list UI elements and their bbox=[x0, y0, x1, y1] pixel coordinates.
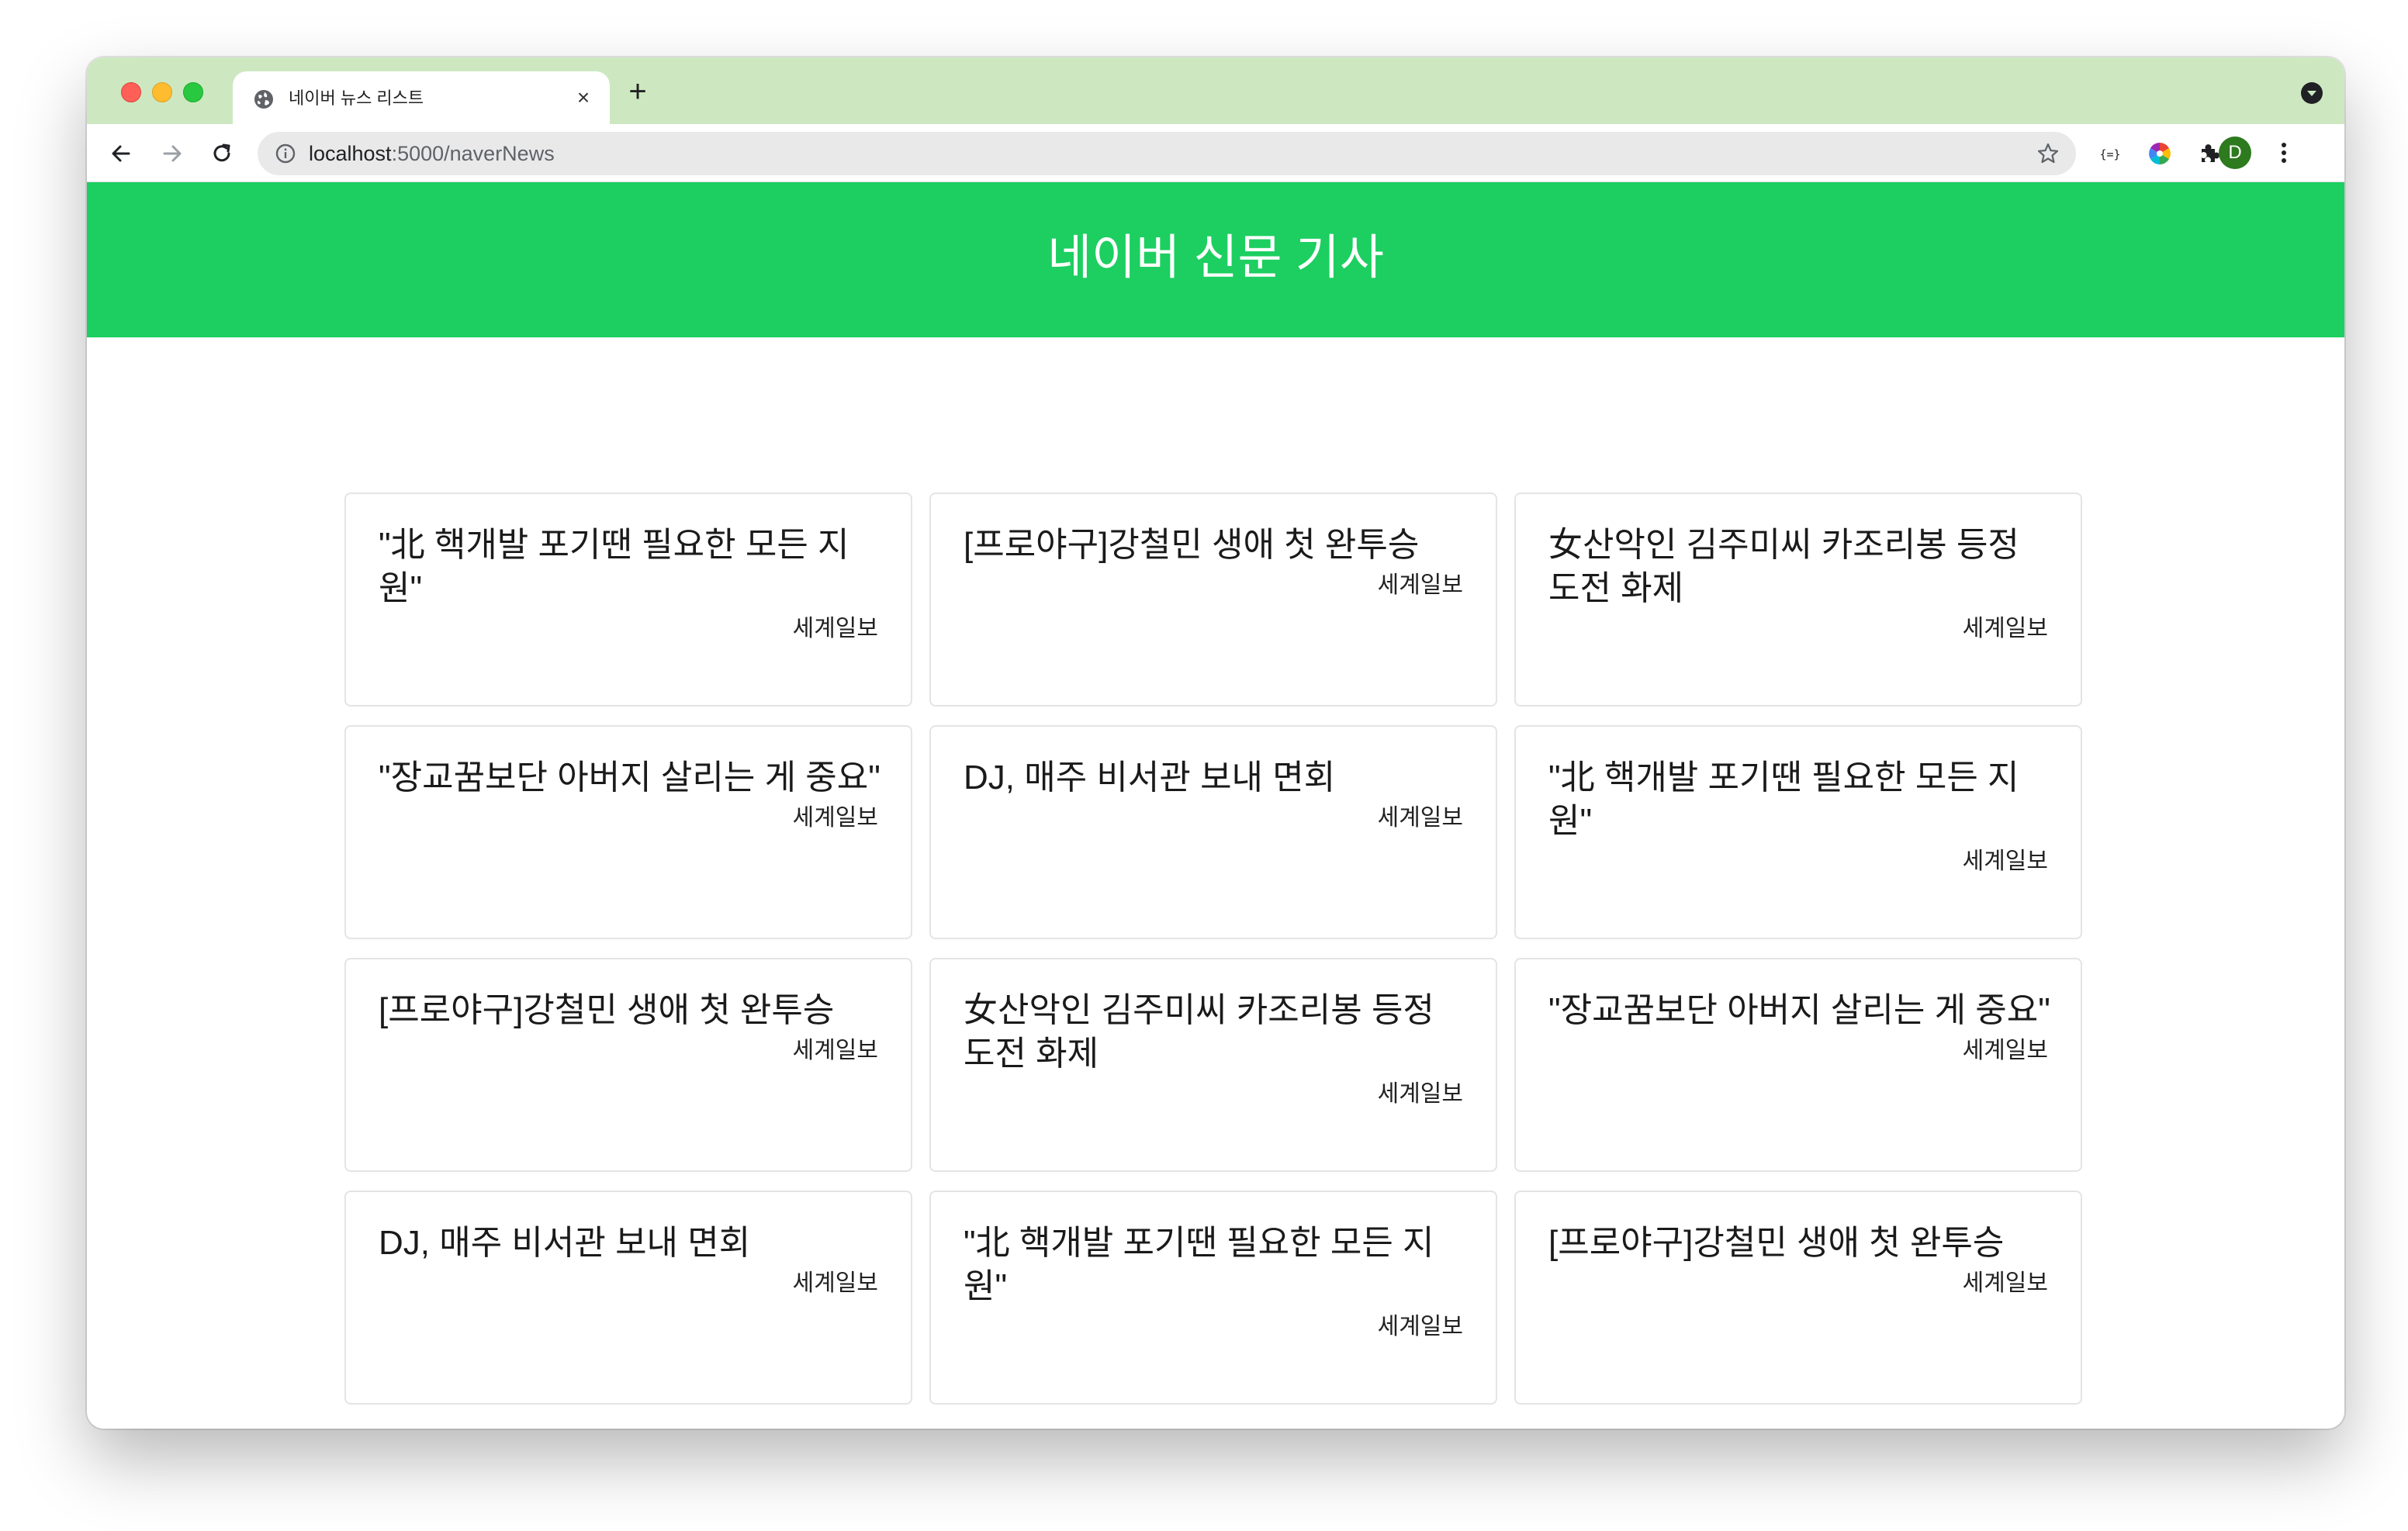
news-card-title[interactable]: "北 핵개발 포기땐 필요한 모든 지원" bbox=[379, 524, 881, 610]
json-viewer-extension-icon[interactable]: {=} bbox=[2095, 138, 2126, 169]
tab-search-icon[interactable] bbox=[2301, 82, 2323, 104]
news-card[interactable]: DJ, 매주 비서관 보내 면회세계일보 bbox=[344, 1191, 912, 1405]
news-card[interactable]: DJ, 매주 비서관 보내 면회세계일보 bbox=[929, 725, 1497, 939]
reload-button[interactable] bbox=[206, 138, 237, 169]
browser-tab[interactable]: 네이버 뉴스 리스트 × bbox=[233, 71, 610, 124]
news-card[interactable]: [프로야구]강철민 생애 첫 완투승세계일보 bbox=[929, 492, 1497, 707]
news-card-source: 세계일보 bbox=[1962, 616, 2048, 641]
page-title: 네이버 신문 기사 bbox=[1047, 231, 1384, 285]
tab-strip: 네이버 뉴스 리스트 × + bbox=[87, 57, 2344, 124]
url-path: :5000/naverNews bbox=[391, 142, 555, 165]
back-arrow-icon bbox=[112, 145, 130, 162]
profile-avatar[interactable]: D bbox=[2219, 137, 2251, 169]
url-text[interactable]: localhost:5000/naverNews bbox=[309, 141, 555, 166]
news-card[interactable]: "北 핵개발 포기땐 필요한 모든 지원" 세계일보 bbox=[344, 492, 912, 707]
close-window-button[interactable] bbox=[121, 82, 141, 102]
news-card-source: 세계일보 bbox=[1962, 1270, 2048, 1296]
news-card-source: 세계일보 bbox=[792, 1270, 878, 1296]
news-card-title[interactable]: DJ, 매주 비서관 보내 면회 bbox=[379, 1222, 881, 1265]
browser-window: 네이버 뉴스 리스트 × + localhost:5000/naverNews … bbox=[87, 57, 2344, 1429]
zoom-window-button[interactable] bbox=[183, 82, 203, 102]
forward-button[interactable] bbox=[157, 138, 188, 169]
globe-icon bbox=[254, 90, 273, 109]
more-menu-icon[interactable] bbox=[2273, 137, 2295, 169]
news-card-source: 세계일보 bbox=[792, 805, 878, 831]
reload-icon bbox=[213, 143, 230, 162]
close-tab-icon[interactable]: × bbox=[573, 87, 594, 109]
news-card-source: 세계일보 bbox=[792, 1038, 878, 1063]
page-content: 네이버 신문 기사 "北 핵개발 포기땐 필요한 모든 지원" 세계일보 [프로야구… bbox=[87, 182, 2344, 1429]
tab-title: 네이버 뉴스 리스트 bbox=[289, 88, 424, 108]
news-card-title[interactable]: [프로야구]강철민 생애 첫 완투승 bbox=[1548, 1222, 2051, 1265]
forward-arrow-icon bbox=[163, 145, 182, 162]
new-tab-button[interactable]: + bbox=[624, 76, 652, 107]
news-card-source: 세계일보 bbox=[792, 616, 878, 641]
news-card[interactable]: [프로야구]강철민 생애 첫 완투승세계일보 bbox=[344, 958, 912, 1172]
address-bar[interactable]: localhost:5000/naverNews bbox=[258, 132, 2076, 175]
page-header: 네이버 신문 기사 bbox=[87, 182, 2344, 337]
news-card[interactable]: "北 핵개발 포기땐 필요한 모든 지원" 세계일보 bbox=[1514, 725, 2082, 939]
news-card-title[interactable]: DJ, 매주 비서관 보내 면회 bbox=[964, 756, 1466, 800]
svg-text:{=}: {=} bbox=[2099, 147, 2120, 161]
news-card-title[interactable]: "장교꿈보단 아버지 살리는 게 중요" bbox=[1548, 989, 2051, 1032]
news-card[interactable]: [프로야구]강철민 생애 첫 완투승세계일보 bbox=[1514, 1191, 2082, 1405]
news-card-title[interactable]: "장교꿈보단 아버지 살리는 게 중요" bbox=[379, 756, 881, 800]
news-card[interactable]: 女산악인 김주미씨 카조리봉 등정 도전 화제세계일보 bbox=[929, 958, 1497, 1172]
bookmark-star-icon[interactable] bbox=[2036, 141, 2060, 166]
color-picker-extension-icon[interactable] bbox=[2144, 138, 2175, 169]
news-card-title[interactable]: 女산악인 김주미씨 카조리봉 등정 도전 화제 bbox=[1548, 524, 2051, 610]
news-card-title[interactable]: [프로야구]강철민 생애 첫 완투승 bbox=[379, 989, 881, 1032]
minimize-window-button[interactable] bbox=[152, 82, 172, 102]
news-card-title[interactable]: [프로야구]강철민 생애 첫 완투승 bbox=[964, 524, 1466, 567]
news-card-source: 세계일보 bbox=[1377, 1081, 1463, 1107]
url-host: localhost bbox=[309, 142, 392, 165]
browser-toolbar: localhost:5000/naverNews {=} D bbox=[87, 124, 2344, 182]
news-card[interactable]: "장교꿈보단 아버지 살리는 게 중요" 세계일보 bbox=[344, 725, 912, 939]
news-card[interactable]: "北 핵개발 포기땐 필요한 모든 지원" 세계일보 bbox=[929, 1191, 1497, 1405]
news-card-source: 세계일보 bbox=[1377, 805, 1463, 831]
news-card-source: 세계일보 bbox=[1377, 572, 1463, 598]
back-button[interactable] bbox=[106, 138, 137, 169]
news-card-source: 세계일보 bbox=[1962, 848, 2048, 874]
news-card[interactable]: 女산악인 김주미씨 카조리봉 등정 도전 화제세계일보 bbox=[1514, 492, 2082, 707]
news-card-title[interactable]: "北 핵개발 포기땐 필요한 모든 지원" bbox=[964, 1222, 1466, 1308]
news-card-title[interactable]: 女산악인 김주미씨 카조리봉 등정 도전 화제 bbox=[964, 989, 1466, 1076]
news-card-source: 세계일보 bbox=[1377, 1314, 1463, 1339]
news-card-source: 세계일보 bbox=[1962, 1038, 2048, 1063]
news-card-title[interactable]: "北 핵개발 포기땐 필요한 모든 지원" bbox=[1548, 756, 2051, 843]
site-info-icon[interactable] bbox=[275, 143, 296, 164]
news-card[interactable]: "장교꿈보단 아버지 살리는 게 중요" 세계일보 bbox=[1514, 958, 2082, 1172]
